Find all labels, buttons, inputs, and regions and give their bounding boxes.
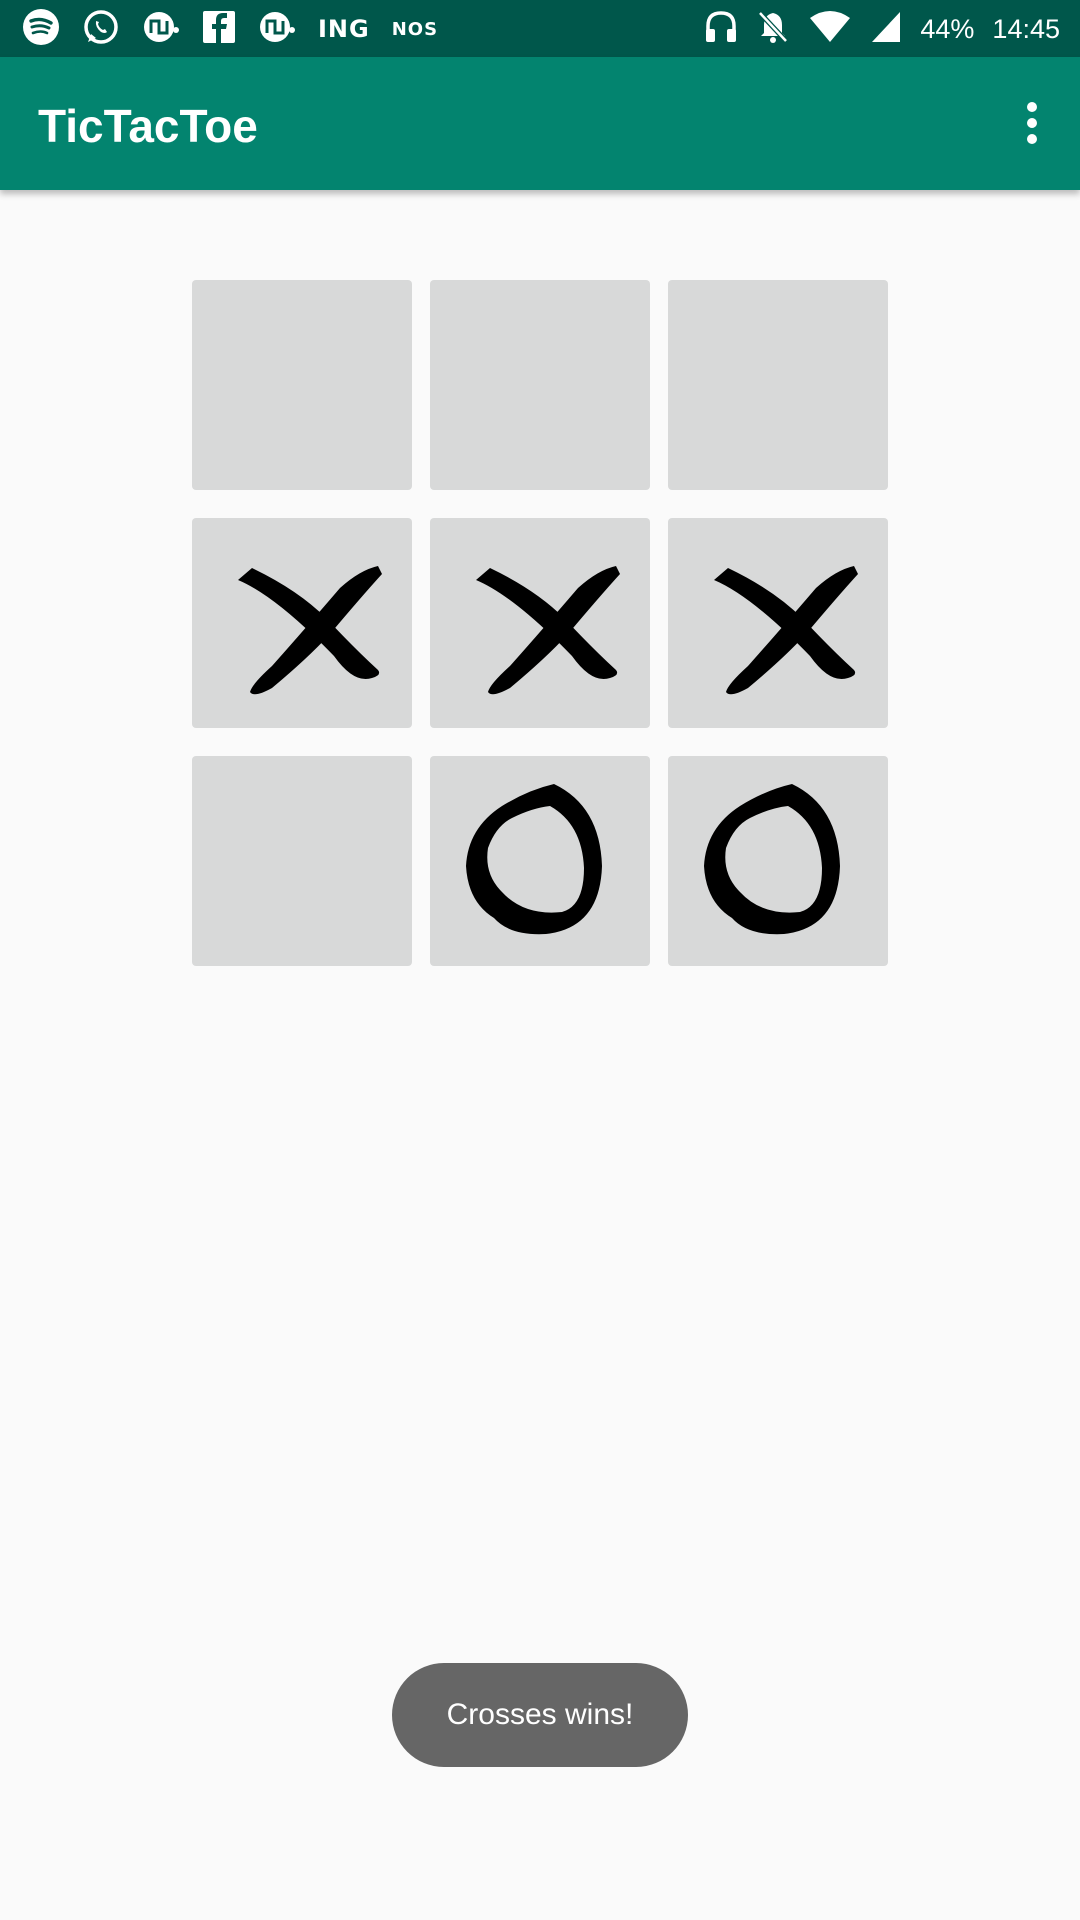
nought-mark [466, 784, 602, 935]
cross-mark [714, 566, 858, 695]
game-board [192, 280, 888, 966]
cross-mark [238, 566, 382, 695]
toast-message: Crosses wins! [392, 1663, 688, 1767]
board-cell-4[interactable] [192, 518, 412, 728]
facebook-icon [202, 10, 236, 49]
nought-mark [704, 784, 840, 935]
cross-mark [476, 566, 620, 695]
status-bar-notifications: ING NOS [22, 8, 460, 51]
app-bar: TicTacToe [0, 57, 1080, 190]
ing-label: ING [318, 15, 370, 43]
board-cell-6[interactable] [668, 518, 888, 728]
board-cell-2[interactable] [430, 280, 650, 490]
nu-icon [258, 8, 296, 51]
more-vert-icon[interactable] [1004, 93, 1060, 153]
status-bar: ING NOS 44% 14:45 [0, 0, 1080, 57]
board-cell-7[interactable] [192, 756, 412, 966]
headphones-icon [704, 9, 738, 50]
wifi-icon [808, 10, 852, 49]
board-cell-8[interactable] [430, 756, 650, 966]
menu-dot [1027, 134, 1037, 144]
board-cell-9[interactable] [668, 756, 888, 966]
menu-dot [1027, 102, 1037, 112]
app-title: TicTacToe [38, 100, 258, 152]
board-cell-3[interactable] [668, 280, 888, 490]
menu-dot [1027, 118, 1037, 128]
nos-label: NOS [391, 18, 439, 40]
cell-signal-icon [870, 10, 902, 49]
clock: 14:45 [992, 13, 1060, 44]
board-cell-5[interactable] [430, 518, 650, 728]
status-bar-system: 44% 14:45 [686, 10, 1060, 48]
bell-off-icon [756, 9, 790, 50]
board-cell-1[interactable] [192, 280, 412, 490]
battery-percent: 44% [920, 13, 975, 44]
whatsapp-icon [82, 8, 120, 51]
nu-icon [142, 8, 180, 51]
spotify-icon [22, 8, 60, 51]
